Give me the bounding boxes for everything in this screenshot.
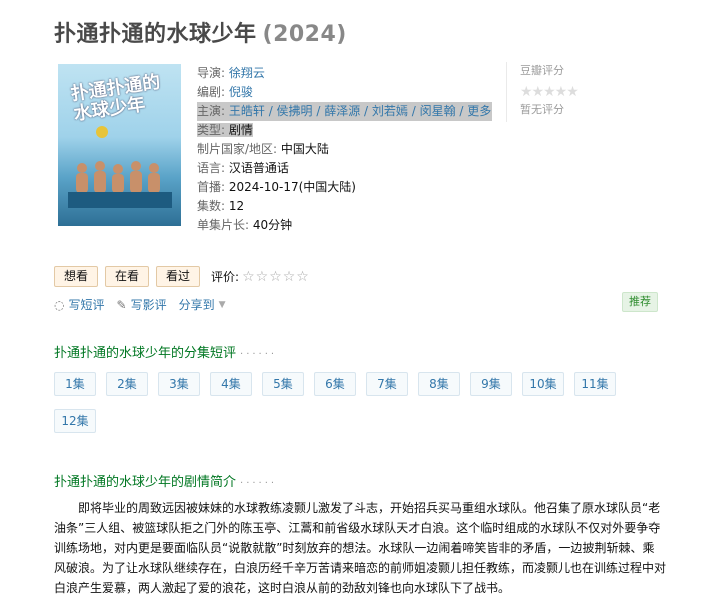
info-language: 语言: 汉语普通话 <box>197 161 289 175</box>
recommend-button[interactable]: 推荐 <box>622 292 658 312</box>
episode-button[interactable]: 7集 <box>366 372 408 396</box>
poster-ball <box>96 126 108 138</box>
write-short-review-link[interactable]: ◌ 写短评 <box>54 296 105 313</box>
episode-button[interactable]: 5集 <box>262 372 304 396</box>
rating-panel: 豆瓣评分 ★★★★★ 暂无评分 <box>506 62 690 122</box>
action-bar: 想看 在看 看过 评价: ☆☆☆☆☆ <box>54 266 310 287</box>
info-runtime: 单集片长: 40分钟 <box>197 218 293 232</box>
episode-button[interactable]: 11集 <box>574 372 616 396</box>
watched-button[interactable]: 看过 <box>156 266 201 287</box>
episode-button[interactable]: 10集 <box>522 372 564 396</box>
genre-value: 剧情 <box>228 123 253 137</box>
director-link[interactable]: 徐翔云 <box>229 66 265 80</box>
want-button[interactable]: 想看 <box>54 266 99 287</box>
cast-links[interactable]: 王皓轩 / 侯拂明 / 薛泽源 / 刘若嫣 / 闵星翰 / 更多... <box>229 104 492 118</box>
episode-button[interactable]: 4集 <box>210 372 252 396</box>
info-director: 导演: 徐翔云 <box>197 66 265 80</box>
info-episodes: 集数: 12 <box>197 199 245 213</box>
info-country: 制片国家/地区: 中国大陆 <box>197 142 329 156</box>
info-panel: 导演: 徐翔云 编剧: 倪骏 主演: 王皓轩 / 侯拂明 / 薛泽源 / 刘若嫣… <box>197 64 492 235</box>
subject-page: 扑通扑通的水球少年 (2024) 扑通扑通的水球少年 导演: 徐翔云 编剧: 倪骏… <box>0 0 707 596</box>
chevron-down-icon: ▼ <box>218 299 226 310</box>
page-title: 扑通扑通的水球少年 (2024) <box>54 16 347 48</box>
user-rating-stars-icon[interactable]: ☆☆☆☆☆ <box>242 269 310 285</box>
writer-link[interactable]: 倪骏 <box>229 85 253 99</box>
poster-people <box>68 161 172 208</box>
summary-section-title: 扑通扑通的水球少年的剧情简介 ······ <box>54 475 278 490</box>
rating-none: 暂无评分 <box>520 103 564 116</box>
poster-title: 扑通扑通的水球少年 <box>69 71 162 125</box>
info-premiere: 首播: 2024-10-17(中国大陆) <box>197 180 356 194</box>
summary-text: 即将毕业的周致远因被妹妹的水球教练凌颢儿激发了斗志，开始招兵买马重组水球队。他召… <box>54 501 667 595</box>
share-dropdown[interactable]: 分享到 ▼ <box>179 296 226 313</box>
episode-button[interactable]: 8集 <box>418 372 460 396</box>
info-writer: 编剧: 倪骏 <box>197 85 253 99</box>
episodes-section-title: 扑通扑通的水球少年的分集短评 ······ <box>54 346 278 361</box>
episode-button[interactable]: 12集 <box>54 409 96 433</box>
info-genre: 类型: 剧情 <box>197 123 253 137</box>
episode-button[interactable]: 6集 <box>314 372 356 396</box>
poster-image[interactable]: 扑通扑通的水球少年 <box>58 64 181 226</box>
chat-icon: ◌ <box>54 297 65 312</box>
rate-label: 评价: <box>211 270 240 284</box>
rating-title: 豆瓣评分 <box>520 64 564 77</box>
pencil-icon: ✎ <box>116 297 127 312</box>
info-cast: 主演: 王皓轩 / 侯拂明 / 薛泽源 / 刘若嫣 / 闵星翰 / 更多... <box>197 102 492 121</box>
title-text: 扑通扑通的水球少年 <box>54 22 257 47</box>
episode-button[interactable]: 3集 <box>158 372 200 396</box>
episode-button[interactable]: 9集 <box>470 372 512 396</box>
title-year: (2024) <box>262 22 347 47</box>
link-bar: ◌ 写短评 ✎ 写影评 分享到 ▼ <box>54 296 238 313</box>
write-review-link[interactable]: ✎ 写影评 <box>117 296 167 313</box>
episode-button[interactable]: 2集 <box>106 372 148 396</box>
rating-stars-icon: ★★★★★ <box>520 84 579 100</box>
episode-button[interactable]: 1集 <box>54 372 96 396</box>
watching-button[interactable]: 在看 <box>105 266 150 287</box>
